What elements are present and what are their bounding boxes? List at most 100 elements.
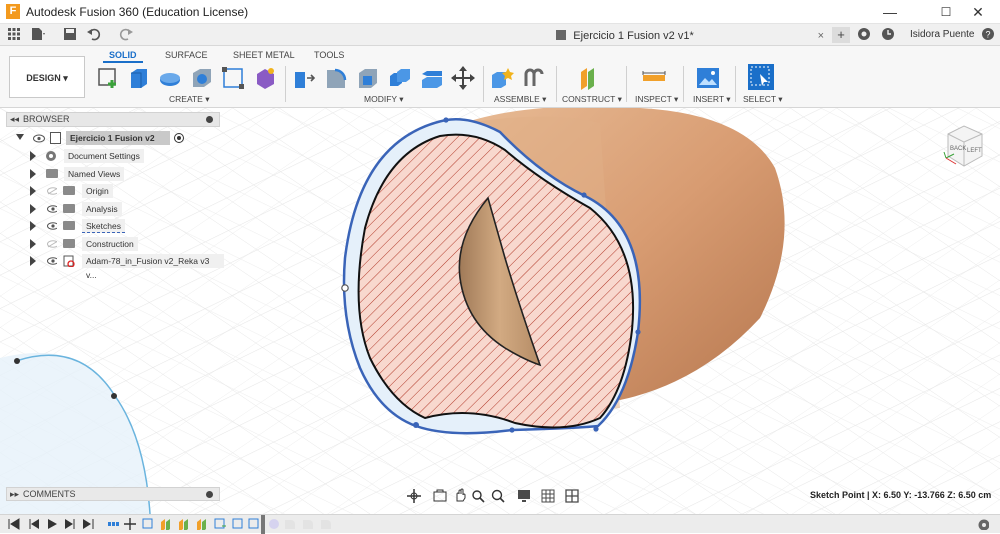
timeline-suppressed-icon[interactable] [320, 518, 332, 530]
hole-icon[interactable] [190, 66, 214, 90]
tree-item-label[interactable]: Adam-78_in_Fusion v2_Reka v3 v... [82, 254, 224, 280]
inspect-group-label[interactable]: INSPECT ▾ [635, 94, 678, 105]
timeline-marker[interactable] [261, 515, 265, 534]
sketch-point-selected[interactable] [341, 284, 349, 292]
sketch-point[interactable] [635, 329, 641, 335]
tab-sheet-metal[interactable]: SHEET METAL [233, 50, 295, 60]
expand-comments-icon[interactable]: ▸▸ [10, 488, 19, 500]
select-icon[interactable] [748, 64, 774, 90]
tree-item-label[interactable]: Origin [82, 184, 113, 198]
timeline-settings-gear-icon[interactable] [977, 518, 989, 530]
new-component-icon[interactable] [490, 66, 514, 90]
visibility-eye-icon[interactable] [47, 187, 57, 195]
timeline-plane-icon[interactable] [196, 518, 208, 530]
extensions-icon[interactable] [856, 27, 872, 43]
visibility-eye-icon[interactable] [47, 257, 57, 265]
browser-header[interactable]: ◂◂ BROWSER [6, 112, 220, 127]
insert-group-label[interactable]: INSERT ▾ [693, 94, 731, 105]
timeline-plane-icon[interactable] [178, 518, 190, 530]
workspace-switcher[interactable]: DESIGN ▾ [9, 56, 85, 98]
offset-plane-icon[interactable] [578, 66, 602, 90]
sketch-point[interactable] [593, 426, 599, 432]
timeline-suppressed-icon[interactable] [268, 518, 280, 530]
comments-panel[interactable]: ▸▸ COMMENTS [6, 487, 220, 501]
visibility-eye-icon[interactable] [47, 205, 57, 213]
joint-icon[interactable] [522, 66, 546, 90]
tree-root[interactable]: Ejercicio 1 Fusion v2 v1 [14, 130, 224, 157]
construct-group-label[interactable]: CONSTRUCT ▾ [562, 94, 622, 105]
document-tab[interactable]: Ejercicio 1 Fusion v2 v1* × [420, 26, 830, 46]
measure-icon[interactable] [642, 66, 666, 90]
visibility-eye-icon[interactable] [33, 134, 45, 143]
tree-item-document-settings[interactable]: Document Settings [0, 148, 224, 164]
tree-item-label[interactable]: Construction [82, 237, 138, 251]
viewcube-back-label[interactable]: BACK [950, 146, 966, 152]
redo-icon[interactable] [118, 27, 134, 43]
select-group-label[interactable]: SELECT ▾ [743, 94, 783, 105]
tree-item-label[interactable]: Analysis [82, 202, 122, 216]
tree-item-label[interactable]: Document Settings [64, 149, 144, 163]
view-cube[interactable]: BACK LEFT [940, 124, 986, 168]
viewports-icon[interactable] [565, 489, 581, 503]
timeline-sketch-icon[interactable] [232, 518, 244, 530]
expand-triangle-icon[interactable] [30, 151, 36, 161]
timeline-sketch-icon[interactable] [142, 518, 154, 530]
tree-item-sketches[interactable]: Sketches [0, 218, 224, 234]
extrude-icon[interactable] [127, 66, 151, 90]
tree-item-construction[interactable]: Construction [0, 236, 224, 252]
display-settings-icon[interactable] [517, 489, 533, 503]
pan-hand-icon[interactable] [453, 488, 467, 502]
split-body-icon[interactable] [420, 66, 444, 90]
combine-icon[interactable] [388, 66, 412, 90]
user-account[interactable]: Isidora Puente [910, 29, 975, 40]
step-forward-icon[interactable] [64, 518, 76, 530]
sketch-point[interactable] [14, 358, 20, 364]
minimize-button[interactable]: — [868, 0, 912, 24]
grid-menu-icon[interactable] [6, 27, 22, 43]
expand-triangle-icon[interactable] [30, 256, 36, 266]
play-icon[interactable] [46, 518, 58, 530]
close-button[interactable]: ✕ [956, 0, 1000, 24]
fit-zoom-icon[interactable] [491, 489, 507, 503]
tree-item-component[interactable]: Adam-78_in_Fusion v2_Reka v3 v... [0, 253, 224, 280]
job-status-icon[interactable] [880, 27, 896, 43]
undo-icon[interactable] [86, 27, 102, 43]
visibility-eye-icon[interactable] [47, 222, 57, 230]
grid-snap-icon[interactable] [541, 489, 557, 503]
file-menu-icon[interactable] [30, 27, 46, 43]
press-pull-icon[interactable] [292, 66, 316, 90]
orbit-icon[interactable] [407, 489, 421, 503]
pin-icon[interactable] [206, 491, 213, 498]
active-radio-icon[interactable] [174, 133, 184, 143]
tab-tools[interactable]: TOOLS [314, 50, 344, 60]
expand-triangle-icon[interactable] [30, 169, 36, 179]
sketch-point[interactable] [413, 422, 419, 428]
new-tab-icon[interactable]: + [832, 27, 850, 43]
create-form-icon[interactable] [253, 66, 277, 90]
expand-triangle-icon[interactable] [30, 221, 36, 231]
rectangle-pattern-icon[interactable] [221, 66, 245, 90]
timeline-sketch-icon[interactable] [214, 518, 226, 530]
step-back-icon[interactable] [28, 518, 40, 530]
create-group-label[interactable]: CREATE ▾ [169, 94, 209, 105]
sketch-point[interactable] [111, 393, 117, 399]
look-at-icon[interactable] [433, 489, 447, 503]
insert-image-icon[interactable] [696, 66, 720, 90]
help-icon[interactable]: ? [980, 27, 996, 43]
expand-triangle-icon[interactable] [30, 204, 36, 214]
expand-triangle-icon[interactable] [30, 186, 36, 196]
timeline-suppressed-icon[interactable] [302, 518, 314, 530]
collapse-browser-icon[interactable]: ◂◂ [10, 113, 19, 126]
tab-solid[interactable]: SOLID [103, 50, 142, 63]
tree-item-analysis[interactable]: Analysis [0, 201, 224, 217]
timeline-move-icon[interactable] [124, 518, 136, 530]
save-icon[interactable] [62, 27, 78, 43]
sketch-point[interactable] [581, 192, 587, 198]
sketch-point[interactable] [509, 427, 515, 433]
zoom-icon[interactable] [471, 489, 485, 503]
fillet-icon[interactable] [324, 66, 348, 90]
timeline-sketch-icon[interactable] [248, 518, 260, 530]
create-sketch-icon[interactable] [97, 66, 121, 90]
timeline-suppressed-icon[interactable] [284, 518, 296, 530]
expand-triangle-icon[interactable] [30, 239, 36, 249]
